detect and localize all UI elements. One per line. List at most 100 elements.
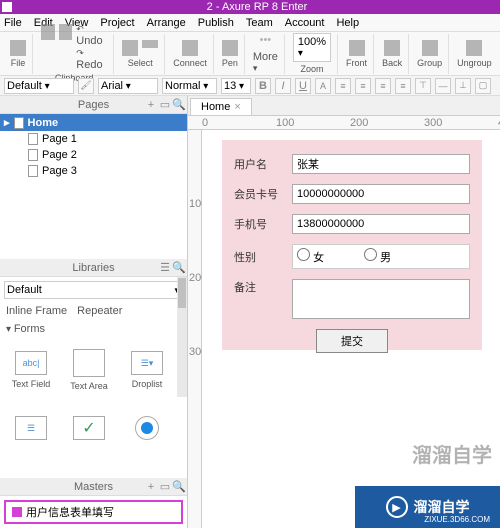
widget-checkbox[interactable]: ✓ — [62, 401, 116, 455]
lib-tab-inline-frame[interactable]: Inline Frame — [6, 305, 67, 317]
add-folder-icon[interactable]: ▭ — [159, 99, 171, 111]
page-item-1[interactable]: Page 1 — [0, 131, 187, 147]
align-bottom-button[interactable]: ⊥ — [455, 78, 471, 94]
connect-icon[interactable] — [182, 40, 198, 56]
page-label: Page 1 — [42, 133, 77, 145]
masters-body: 用户信息表单填写 — [0, 496, 187, 528]
tool-group-front: Front — [340, 34, 374, 74]
align-right-button[interactable]: ≡ — [395, 78, 411, 94]
gender-male-radio[interactable]: 男 — [364, 248, 391, 265]
play-icon: ▶ — [386, 496, 408, 518]
lib-menu-icon[interactable]: ☰ — [159, 262, 171, 274]
pen-icon[interactable] — [222, 40, 238, 56]
radio-icon — [135, 416, 159, 440]
username-input[interactable] — [292, 154, 470, 174]
menu-account[interactable]: Account — [285, 17, 325, 29]
submit-button[interactable]: 提交 — [316, 329, 388, 353]
tab-label: Home — [201, 101, 230, 113]
brand-banner[interactable]: ▶ 溜溜自学 ZIXUE.3D66.COM — [355, 486, 500, 528]
lib-scrollbar[interactable] — [177, 277, 187, 397]
font-size-select[interactable]: 13 ▾ — [221, 78, 251, 94]
page-label: Home — [28, 117, 59, 129]
text-color-button[interactable]: A — [315, 78, 331, 94]
copy-icon[interactable] — [59, 24, 73, 40]
widget-radio[interactable] — [120, 401, 174, 455]
page-tab-home[interactable]: Home × — [190, 98, 252, 115]
master-user-form[interactable]: 用户信息表单填写 — [4, 500, 183, 524]
menu-team[interactable]: Team — [246, 17, 273, 29]
page-icon — [28, 165, 38, 177]
page-item-3[interactable]: Page 3 — [0, 163, 187, 179]
phone-label: 手机号 — [234, 216, 292, 232]
page-item-2[interactable]: Page 2 — [0, 147, 187, 163]
card-input[interactable] — [292, 184, 470, 204]
watermark-text: 溜溜自学 — [412, 439, 492, 468]
add-page-icon[interactable]: + — [145, 99, 157, 111]
menu-help[interactable]: Help — [336, 17, 359, 29]
align-center-button[interactable]: ≡ — [375, 78, 391, 94]
group-icon[interactable] — [422, 40, 438, 56]
search-masters-icon[interactable]: 🔍 — [173, 481, 185, 493]
add-master-folder-icon[interactable]: ▭ — [159, 481, 171, 493]
card-label: 会员卡号 — [234, 186, 292, 202]
menu-file[interactable]: File — [4, 17, 22, 29]
droplist-icon: ☰▾ — [131, 351, 163, 375]
form-panel[interactable]: 用户名 会员卡号 手机号 性别 女 男 — [222, 140, 482, 350]
left-sidebar: Pages + ▭ 🔍 ▸ Home Page 1 Page 2 — [0, 96, 188, 528]
zoom-input[interactable]: 100% ▾ — [293, 33, 331, 62]
fill-color-button[interactable]: ▢ — [475, 78, 491, 94]
window-titlebar: 2 - Axure RP 8 Enter — [0, 0, 500, 14]
menu-publish[interactable]: Publish — [198, 17, 234, 29]
page-icon — [28, 133, 38, 145]
tool-label-file: File — [11, 58, 26, 68]
underline-button[interactable]: U — [295, 78, 311, 94]
page-label: Page 3 — [42, 165, 77, 177]
widget-droplist[interactable]: ☰▾ Droplist — [120, 343, 174, 397]
close-tab-icon[interactable]: × — [234, 101, 240, 113]
cut-icon[interactable] — [41, 24, 55, 40]
phone-input[interactable] — [292, 214, 470, 234]
lib-tab-repeater[interactable]: Repeater — [77, 305, 122, 317]
gender-female-radio[interactable]: 女 — [297, 248, 324, 265]
design-canvas[interactable]: 用户名 会员卡号 手机号 性别 女 男 — [202, 130, 500, 528]
front-icon[interactable] — [349, 40, 365, 56]
window-title: 2 - Axure RP 8 Enter — [16, 1, 498, 13]
text-field-icon: abc| — [15, 351, 47, 375]
add-master-icon[interactable]: + — [145, 481, 157, 493]
menu-arrange[interactable]: Arrange — [147, 17, 186, 29]
align-left-button[interactable]: ≡ — [355, 78, 371, 94]
masters-panel-header: Masters + ▭ 🔍 — [0, 478, 187, 496]
ungroup-icon[interactable] — [466, 40, 482, 56]
more-icon[interactable]: ••• — [260, 34, 272, 49]
new-file-icon[interactable] — [10, 40, 26, 56]
search-pages-icon[interactable]: 🔍 — [173, 99, 185, 111]
font-weight-select[interactable]: Normal ▾ — [162, 78, 217, 94]
bullets-button[interactable]: ≡ — [335, 78, 351, 94]
tool-group-group: Group — [411, 34, 449, 74]
select-mode-icon[interactable] — [142, 40, 158, 48]
widget-text-area[interactable]: Text Area — [62, 343, 116, 397]
note-textarea[interactable] — [292, 279, 470, 319]
undo-button[interactable]: ↶ Undo — [76, 24, 107, 47]
expand-icon[interactable]: ▸ — [4, 116, 10, 129]
lib-section-forms[interactable]: ▾ Forms — [0, 319, 187, 339]
style-select[interactable]: Default ▾ — [4, 78, 74, 94]
align-top-button[interactable]: ⊤ — [415, 78, 431, 94]
widget-listbox[interactable]: ☰ — [4, 401, 58, 455]
tool-group-zoom: 100% ▾ Zoom — [287, 34, 338, 74]
search-lib-icon[interactable]: 🔍 — [173, 262, 185, 274]
back-icon[interactable] — [384, 40, 400, 56]
widget-text-field[interactable]: abc| Text Field — [4, 343, 58, 397]
app-icon — [2, 2, 12, 12]
bold-button[interactable]: B — [255, 78, 271, 94]
redo-button[interactable]: ↷ Redo — [76, 48, 107, 71]
style-paint-icon[interactable]: 🖌 — [78, 78, 94, 94]
library-select[interactable]: Default ▾ — [4, 281, 183, 299]
page-home[interactable]: ▸ Home — [0, 114, 187, 131]
italic-button[interactable]: I — [275, 78, 291, 94]
brand-url: ZIXUE.3D66.COM — [424, 515, 490, 524]
font-select[interactable]: Arial ▾ — [98, 78, 158, 94]
align-middle-button[interactable]: ― — [435, 78, 451, 94]
pages-tree: ▸ Home Page 1 Page 2 Page 3 — [0, 114, 187, 259]
select-icon[interactable] — [122, 40, 138, 56]
